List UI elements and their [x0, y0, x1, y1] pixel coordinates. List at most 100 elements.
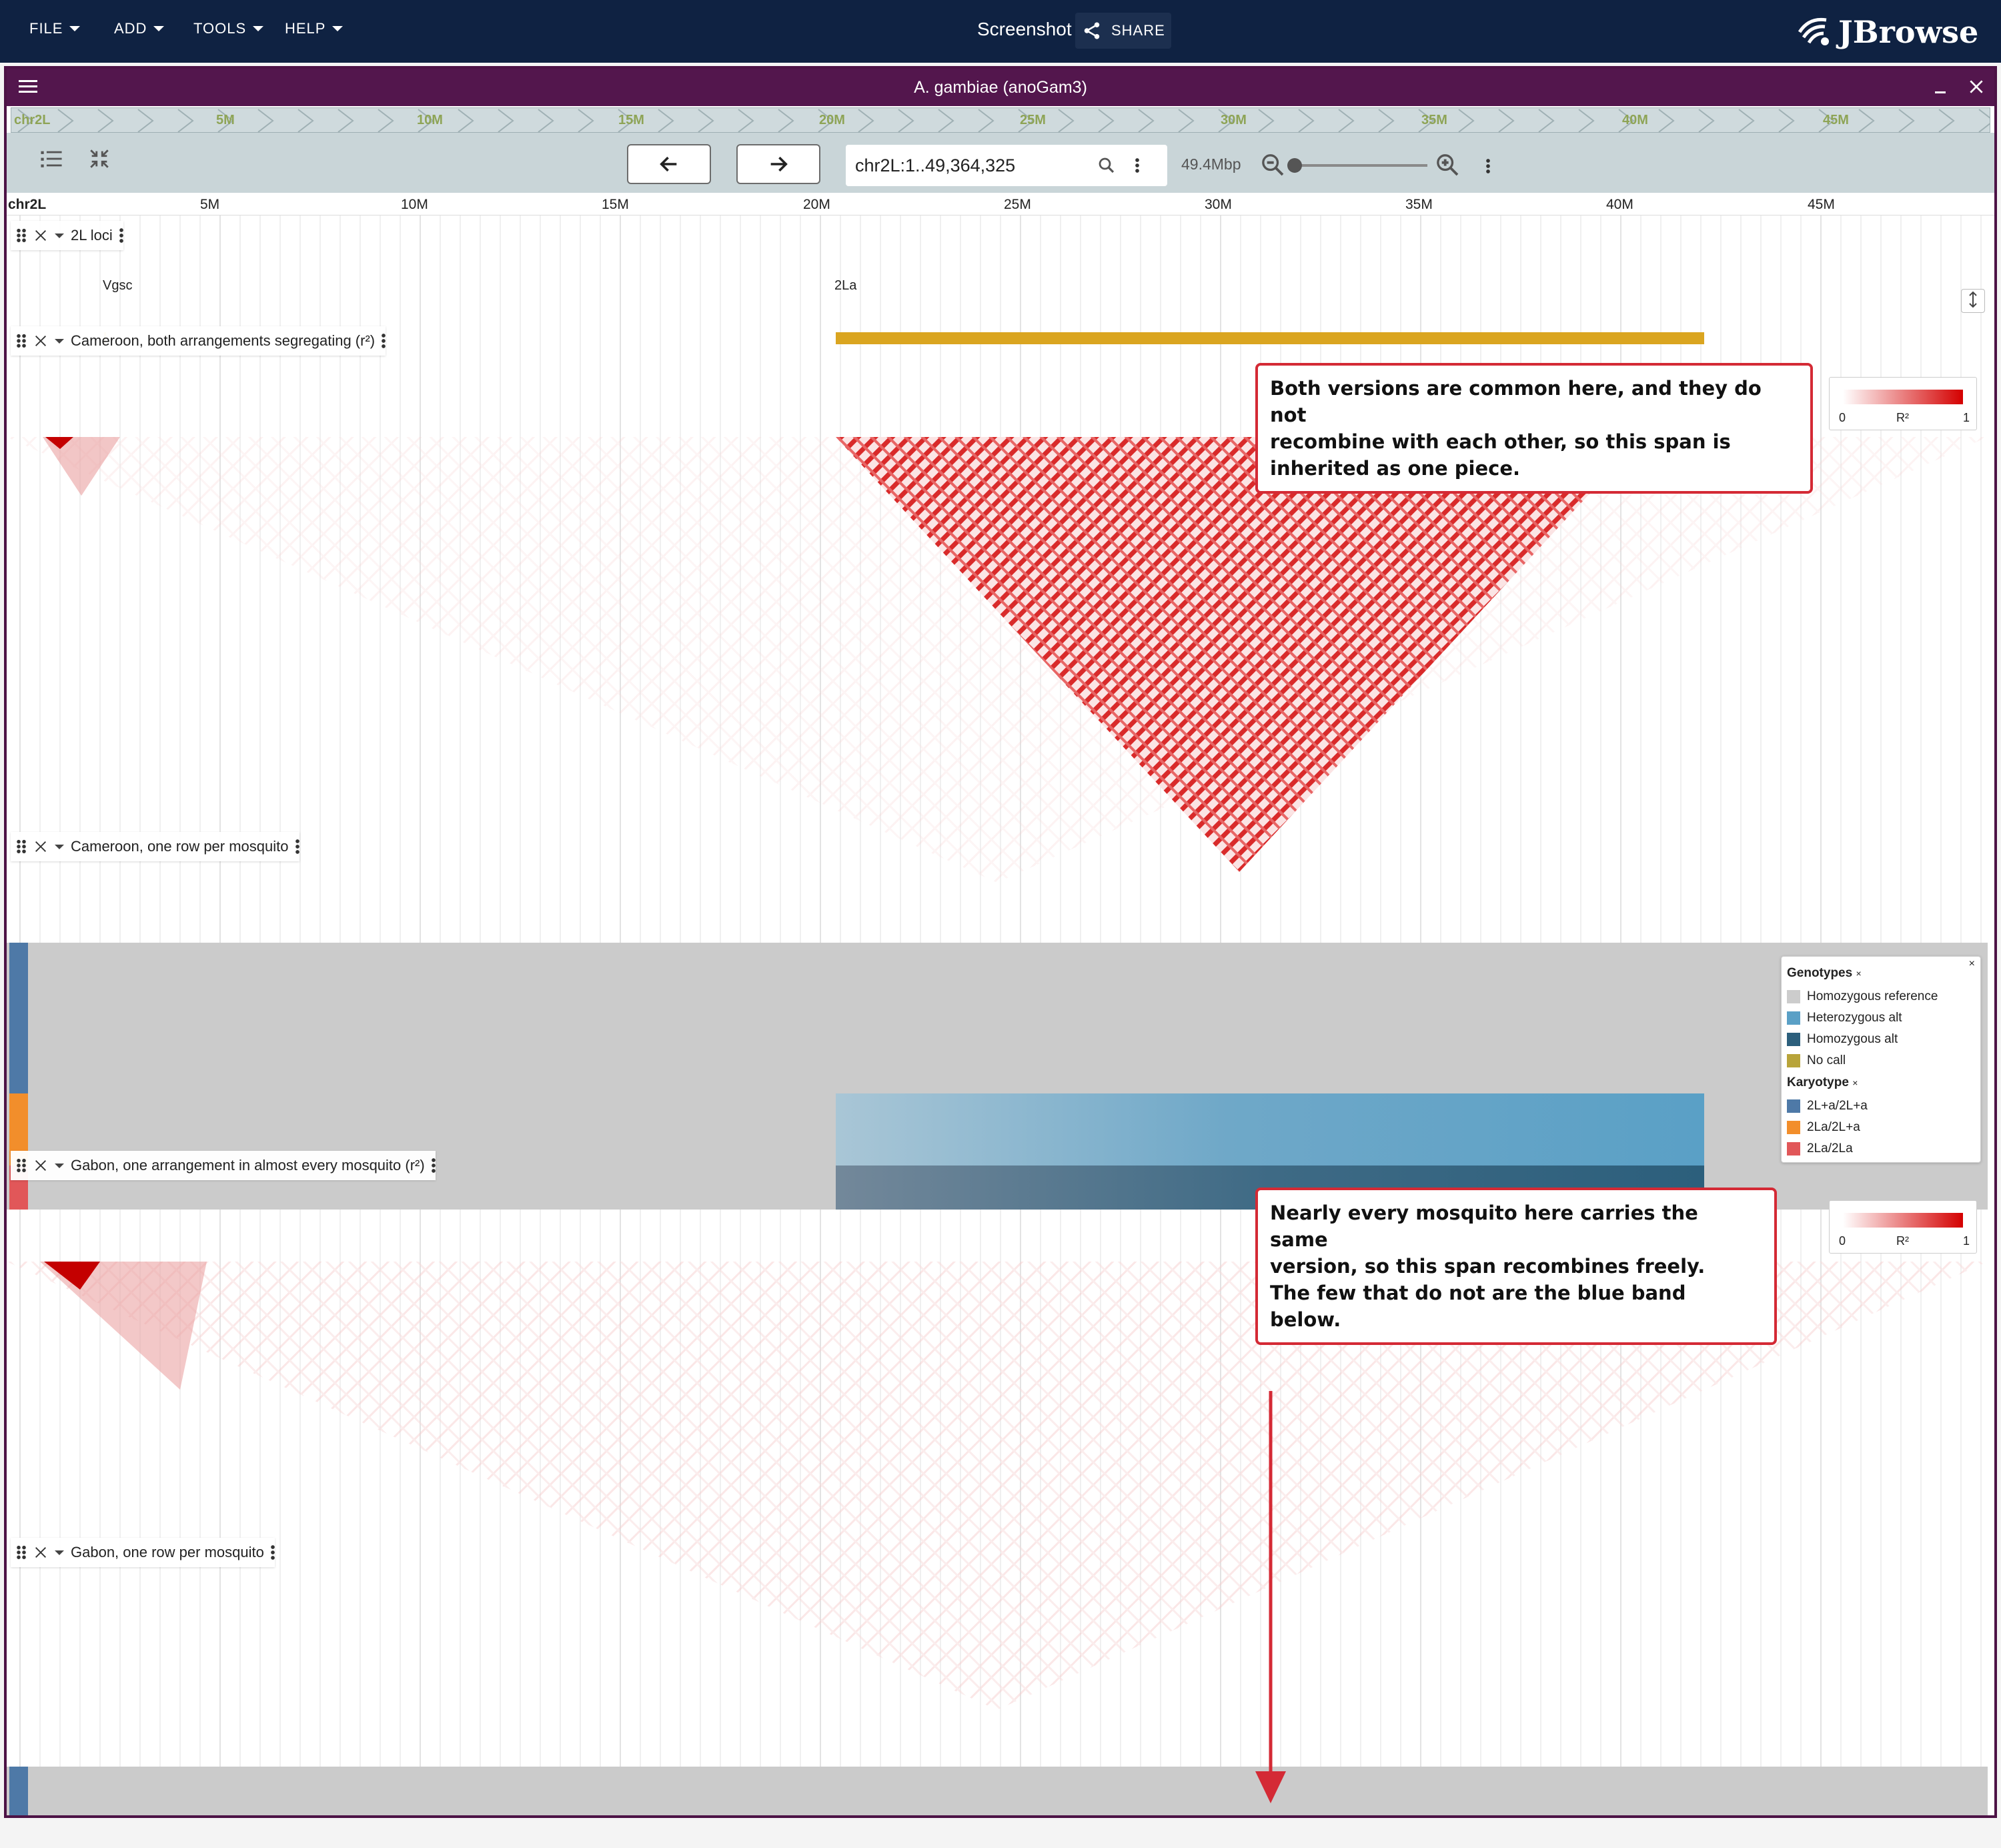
track-menu-icon[interactable] [431, 1158, 436, 1174]
r2-color-legend: 0 R² 1 [1829, 377, 1977, 430]
track-header-cameroon-ld[interactable]: Cameroon, both arrangements segregating … [11, 326, 386, 356]
tools-menu[interactable]: TOOLS [193, 20, 264, 37]
r2-min-label: 0 [1839, 411, 1846, 424]
caret-down-icon [253, 26, 264, 31]
overview-tick-label: 15M [618, 113, 644, 127]
view-header: A. gambiae (anoGam3) [7, 69, 1994, 106]
arrow-right-icon [770, 156, 788, 172]
close-track-icon[interactable] [33, 228, 48, 243]
track-menu-icon[interactable] [270, 1544, 275, 1560]
legend-item: 2La/2L+a [1787, 1117, 1975, 1138]
scale-tick-label: 35M [1405, 197, 1433, 212]
track-header-loci[interactable]: 2L loci [11, 221, 123, 250]
overview-ruler[interactable]: chr2L 5M 10M 15M 20M 25M 30M 35M 40M 45M [11, 107, 1990, 133]
help-menu-label: HELP [285, 20, 326, 37]
session-name[interactable]: Screenshot [977, 19, 1072, 40]
location-menu-icon[interactable] [1135, 157, 1139, 173]
bp-per-view-label: 49.4Mbp [1181, 155, 1241, 173]
2la-feature[interactable] [836, 332, 1704, 344]
close-track-icon[interactable] [33, 334, 48, 348]
scale-tick-label: 25M [1004, 197, 1031, 212]
scale-tick-label: 15M [602, 197, 629, 212]
vgsc-label: Vgsc [103, 278, 133, 293]
legend-swatch [1787, 1099, 1800, 1113]
overview-tick-label: 40M [1622, 113, 1648, 127]
scale-chrom-label: chr2L [8, 197, 47, 212]
legend-item: No call [1787, 1050, 1975, 1071]
r2-max-label: 1 [1963, 411, 1970, 424]
track-header-cameroon-genotypes[interactable]: Cameroon, one row per mosquito [11, 832, 299, 861]
zoom-in-icon[interactable] [1434, 151, 1461, 178]
legend-label: 2L+a/2L+a [1807, 1099, 1868, 1113]
legend-swatch [1787, 1011, 1800, 1025]
collapse-track-icon[interactable] [55, 233, 64, 238]
collapse-icon[interactable] [88, 147, 111, 170]
close-track-icon[interactable] [33, 1545, 48, 1560]
zoom-out-icon[interactable] [1259, 151, 1286, 178]
add-menu[interactable]: ADD [114, 20, 165, 37]
callout-text: Both versions are common here, and they … [1270, 377, 1762, 426]
legend-item: Homozygous reference [1787, 986, 1975, 1007]
close-view-icon[interactable] [1968, 78, 1985, 95]
close-track-icon[interactable] [33, 1158, 48, 1173]
drag-handle-icon[interactable] [16, 228, 27, 243]
legend-swatch [1787, 1054, 1800, 1067]
drag-handle-icon[interactable] [16, 1158, 27, 1173]
zoom-slider-track[interactable] [1289, 164, 1427, 167]
legend-item: 2L+a/2L+a [1787, 1095, 1975, 1117]
scroll-left-button[interactable] [627, 144, 711, 184]
track-header-gabon-ld[interactable]: Gabon, one arrangement in almost every m… [11, 1151, 436, 1180]
callout-gabon: Nearly every mosquito here carries the s… [1255, 1188, 1777, 1345]
drag-handle-icon[interactable] [16, 1545, 27, 1560]
callout-cameroon: Both versions are common here, and they … [1255, 363, 1813, 494]
overview-chevrons [17, 109, 1990, 132]
resize-handle[interactable] [1961, 289, 1985, 313]
track-menu-icon[interactable] [119, 227, 123, 244]
view-title: A. gambiae (anoGam3) [914, 78, 1087, 97]
heterozygous-block [836, 1093, 1704, 1166]
collapse-track-icon[interactable] [55, 1163, 64, 1168]
overview-chrom-label: chr2L [14, 113, 51, 127]
search-icon[interactable] [1097, 155, 1117, 175]
callout-text: recombine with each other, so this span … [1270, 430, 1731, 453]
track-title: Cameroon, one row per mosquito [71, 838, 289, 855]
view-options-icon[interactable] [1486, 158, 1490, 174]
file-menu[interactable]: FILE [29, 20, 81, 37]
karyotype-bar [9, 1767, 28, 1815]
help-menu[interactable]: HELP [285, 20, 344, 37]
legend-close-icon[interactable]: × [1969, 958, 1975, 970]
minimize-icon[interactable] [1933, 79, 1949, 95]
collapse-track-icon[interactable] [55, 844, 64, 849]
r2-gradient [1843, 1213, 1963, 1228]
overview-tick-label: 35M [1421, 113, 1447, 127]
track-selector-icon[interactable] [40, 147, 63, 170]
gabon-genotype-matrix [7, 1767, 1988, 1815]
track-menu-icon[interactable] [295, 839, 299, 855]
overview-tick-label: 5M [216, 113, 235, 127]
track-header-gabon-genotypes[interactable]: Gabon, one row per mosquito [11, 1538, 275, 1567]
legend-swatch [1787, 990, 1800, 1003]
zoom-slider-thumb[interactable] [1287, 158, 1302, 173]
r2-gradient [1843, 390, 1963, 404]
collapse-track-icon[interactable] [55, 1550, 64, 1555]
legend-label: Homozygous alt [1807, 1032, 1898, 1046]
track-title: Gabon, one arrangement in almost every m… [71, 1157, 425, 1174]
drag-handle-icon[interactable] [16, 334, 27, 348]
share-label: SHARE [1111, 22, 1165, 39]
scale-tick-label: 10M [401, 197, 428, 212]
legend-section-title: Genotypes [1787, 966, 1853, 980]
location-search-input[interactable]: chr2L:1..49,364,325 [846, 145, 1167, 186]
close-track-icon[interactable] [33, 839, 48, 854]
scroll-right-button[interactable] [736, 144, 820, 184]
drag-handle-icon[interactable] [16, 839, 27, 854]
caret-down-icon [69, 26, 81, 31]
overview-tick-label: 30M [1221, 113, 1247, 127]
legend-swatch [1787, 1142, 1800, 1156]
share-button[interactable]: SHARE [1075, 13, 1171, 49]
track-title: Gabon, one row per mosquito [71, 1544, 264, 1560]
legend-label: Homozygous reference [1807, 989, 1938, 1003]
track-menu-icon[interactable] [382, 333, 386, 349]
collapse-track-icon[interactable] [55, 338, 64, 344]
r2-title-label: R² [1896, 411, 1909, 424]
r2-min-label: 0 [1839, 1234, 1846, 1248]
